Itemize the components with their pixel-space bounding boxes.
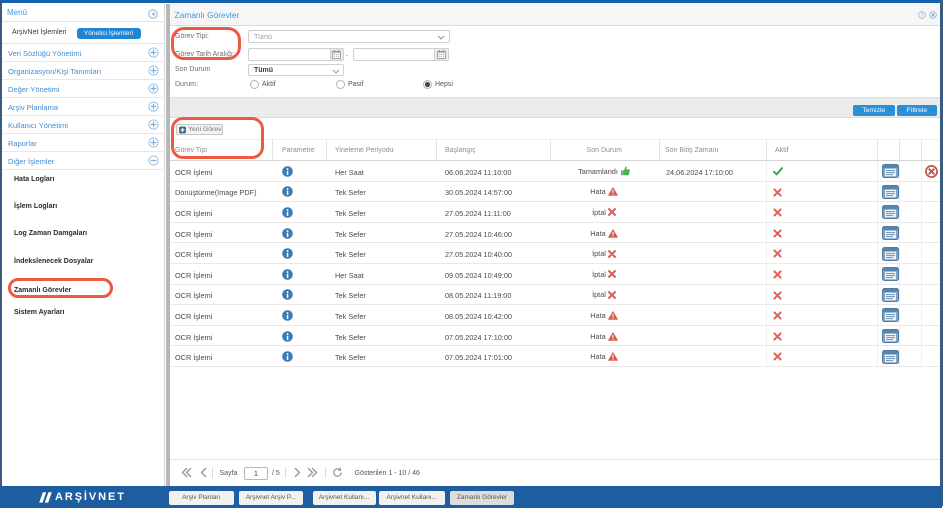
svg-text:?: ? — [920, 13, 923, 19]
